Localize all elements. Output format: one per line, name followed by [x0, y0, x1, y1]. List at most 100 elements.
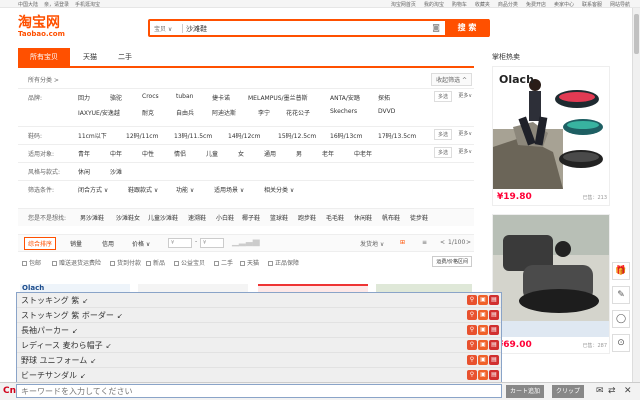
filter-option[interactable]: 沙滩	[110, 167, 122, 176]
gift-icon[interactable]: 🎁	[612, 262, 630, 280]
checkbox[interactable]	[268, 261, 273, 266]
filter-option[interactable]: 青年	[78, 149, 90, 158]
option-used[interactable]: 二手	[214, 258, 233, 267]
filter-option[interactable]: 11cm以下	[78, 131, 107, 140]
suggestion-item[interactable]: ビーチサンダル ↙ ⚲ ▣ ▤	[17, 368, 501, 383]
option-tmall[interactable]: 天猫	[240, 258, 259, 267]
search-icon[interactable]: ⚲	[467, 295, 477, 305]
filter-option[interactable]: 男	[296, 149, 302, 158]
filter-option[interactable]: 探拓	[378, 93, 390, 102]
translate-icon[interactable]: ⇄	[608, 386, 616, 396]
option-charity[interactable]: 公益宝贝	[174, 258, 205, 267]
filter-option[interactable]: 阿迪达斯	[212, 108, 236, 117]
topbar-link[interactable]: 淘宝网首页	[391, 2, 416, 8]
filter-dropdown[interactable]: 适用场景 ∨	[214, 185, 244, 194]
next-page-button[interactable]: >	[466, 239, 471, 246]
keyword-link[interactable]: 小白鞋	[216, 213, 234, 222]
filter-option[interactable]: 14码/12cm	[228, 131, 260, 140]
checkbox[interactable]	[174, 261, 179, 266]
filter-option[interactable]: 情侣	[174, 149, 186, 158]
filter-option[interactable]: 17码/13.5cm	[378, 131, 416, 140]
filter-dropdown[interactable]: 功能 ∨	[176, 185, 194, 194]
filter-option[interactable]: ANTA/安踏	[330, 93, 360, 102]
filter-option[interactable]: DVVD	[378, 108, 395, 115]
sort-credit[interactable]: 信用	[102, 239, 114, 248]
bag-icon[interactable]: ▤	[489, 340, 499, 350]
hot-product-card[interactable]: Olach ¥19.80 已售：213	[492, 66, 610, 206]
keyword-link[interactable]: 跑步鞋	[298, 213, 316, 222]
insert-arrow-icon[interactable]: ↙	[72, 327, 78, 335]
topbar-link[interactable]: 免费开店	[526, 2, 546, 8]
keyword-link[interactable]: 速溯鞋	[188, 213, 206, 222]
product-image[interactable]	[493, 215, 609, 337]
option-new[interactable]: 新品	[146, 258, 165, 267]
filter-option[interactable]: 李宁	[258, 108, 270, 117]
filter-option[interactable]: 休闲	[78, 167, 90, 176]
filter-dropdown[interactable]: 相关分类 ∨	[264, 185, 294, 194]
edit-icon[interactable]: ✎	[612, 286, 630, 304]
filter-option[interactable]: 自由兵	[176, 108, 194, 117]
keyword-link[interactable]: 沙滩鞋女	[116, 213, 140, 222]
cart-icon[interactable]: ▣	[478, 295, 488, 305]
search-icon[interactable]: ⚲	[467, 370, 477, 380]
search-icon[interactable]: ⚲	[467, 325, 477, 335]
option-genuine[interactable]: 正品保障	[268, 258, 299, 267]
multi-select-button[interactable]: 多选	[433, 91, 452, 102]
keyword-link[interactable]: 儿童沙滩鞋	[148, 213, 178, 222]
suggestion-item[interactable]: 長袖パーカー ↙ ⚲ ▣ ▤	[17, 323, 501, 338]
search-icon[interactable]: ⚲	[467, 355, 477, 365]
filter-option[interactable]: Skechers	[330, 108, 357, 115]
filter-option[interactable]: 儿童	[206, 149, 218, 158]
topbar-link[interactable]: 收藏夹	[475, 2, 490, 8]
checkbox[interactable]	[214, 261, 219, 266]
filter-option[interactable]: IAXYUE/安逸越	[78, 108, 120, 117]
suggestion-item[interactable]: ストッキング 紫 ボーダー ↙ ⚲ ▣ ▤	[17, 308, 501, 323]
bag-icon[interactable]: ▤	[489, 370, 499, 380]
filter-option[interactable]: 女	[238, 149, 244, 158]
keyword-link[interactable]: 椰子鞋	[242, 213, 260, 222]
price-range-button[interactable]: 运费/价格区间	[432, 256, 472, 267]
suggestion-item[interactable]: 野球 ユニフォーム ↙ ⚲ ▣ ▤	[17, 353, 501, 368]
insert-arrow-icon[interactable]: ↙	[90, 357, 96, 365]
topbar-link[interactable]: 手机逛淘宝	[75, 2, 100, 8]
cart-icon[interactable]: ▣	[478, 310, 488, 320]
filter-option[interactable]: 老年	[322, 149, 334, 158]
filter-option[interactable]: 16码/13cm	[330, 131, 362, 140]
list-view-icon[interactable]: ≡	[422, 239, 427, 246]
checkbox[interactable]	[22, 261, 27, 266]
scrollbar-thumb[interactable]	[634, 14, 639, 54]
topbar-link[interactable]: 亲，请登录	[44, 2, 69, 8]
option-free-shipping[interactable]: 包邮	[22, 258, 41, 267]
page-scrollbar[interactable]	[632, 8, 640, 382]
topbar-link[interactable]: 购物车	[452, 2, 467, 8]
history-icon[interactable]: ⊙	[612, 334, 630, 352]
sort-default[interactable]: 综合排序	[24, 237, 57, 250]
filter-option[interactable]: MELAMPUS/墨兰普斯	[248, 93, 308, 102]
keyword-input[interactable]	[16, 384, 502, 398]
topbar-link[interactable]: 网站导航	[610, 2, 630, 8]
filter-dropdown[interactable]: 闭合方式 ∨	[78, 185, 108, 194]
more-button[interactable]: 更多∨	[458, 148, 472, 155]
insert-arrow-icon[interactable]: ↙	[106, 342, 112, 350]
collapse-filter-button[interactable]: 收起筛选 ^	[431, 73, 472, 86]
multi-select-button[interactable]: 多选	[433, 129, 452, 140]
topbar-link[interactable]: 商品分类	[498, 2, 518, 8]
filter-option[interactable]: 回力	[78, 93, 90, 102]
filter-option[interactable]: 中老年	[354, 149, 372, 158]
filter-option[interactable]: 中性	[142, 149, 154, 158]
keyword-link[interactable]: 休闲鞋	[354, 213, 372, 222]
multi-select-button[interactable]: 多选	[433, 147, 452, 158]
prev-page-button[interactable]: <	[440, 239, 445, 246]
topbar-link[interactable]: 我的淘宝	[424, 2, 444, 8]
topbar-link[interactable]: 中国大陆	[18, 2, 38, 8]
checkbox[interactable]	[240, 261, 245, 266]
topbar-link[interactable]: 卖家中心	[554, 2, 574, 8]
breadcrumb[interactable]: 所有分类 >	[28, 75, 59, 84]
tab-secondhand[interactable]: 二手	[110, 48, 140, 66]
more-button[interactable]: 更多∨	[458, 130, 472, 137]
suggestion-item[interactable]: レディース 麦わら帽子 ↙ ⚲ ▣ ▤	[17, 338, 501, 353]
close-icon[interactable]: ✕	[624, 386, 632, 396]
keyword-link[interactable]: 篮球鞋	[270, 213, 288, 222]
search-category-select[interactable]: 宝贝 ∨	[154, 24, 172, 33]
filter-option[interactable]: 中年	[110, 149, 122, 158]
